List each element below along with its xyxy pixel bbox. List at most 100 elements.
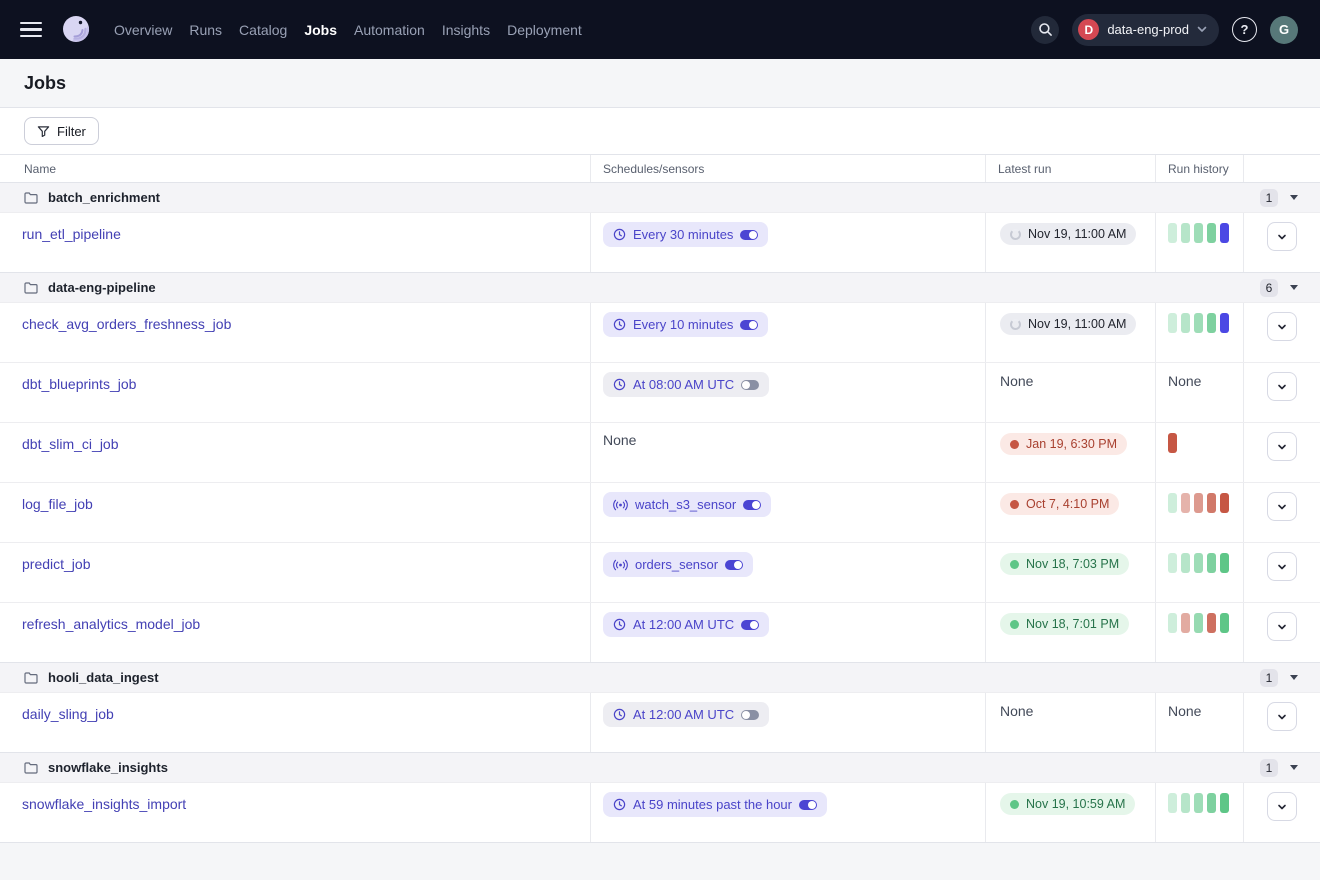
- schedule-toggle[interactable]: [741, 620, 759, 630]
- job-name-link[interactable]: snowflake_insights_import: [22, 796, 186, 812]
- run-history-bar[interactable]: [1220, 553, 1229, 573]
- schedule-name-link[interactable]: Every 30 minutes: [633, 227, 733, 242]
- run-history-bar[interactable]: [1220, 223, 1229, 243]
- latest-run-link[interactable]: Nov 18, 7:03 PM: [1026, 557, 1119, 571]
- group-collapse-caret-icon[interactable]: [1290, 285, 1298, 290]
- job-name-link[interactable]: refresh_analytics_model_job: [22, 616, 200, 632]
- expand-row-button[interactable]: [1267, 222, 1297, 251]
- run-history-bar[interactable]: [1168, 613, 1177, 633]
- schedule-toggle[interactable]: [725, 560, 743, 570]
- expand-row-button[interactable]: [1267, 552, 1297, 581]
- group-row[interactable]: data-eng-pipeline6: [0, 272, 1320, 302]
- expand-row-button[interactable]: [1267, 432, 1297, 461]
- run-history-bar[interactable]: [1181, 553, 1190, 573]
- run-history-bar[interactable]: [1194, 793, 1203, 813]
- run-history-bar[interactable]: [1181, 313, 1190, 333]
- folder-icon: [24, 672, 38, 684]
- expand-row-button[interactable]: [1267, 492, 1297, 521]
- group-row[interactable]: hooli_data_ingest1: [0, 662, 1320, 692]
- chevron-down-icon: [1197, 26, 1207, 33]
- latest-run-none-label: None: [1000, 703, 1033, 719]
- run-history-bar[interactable]: [1194, 553, 1203, 573]
- job-name-link[interactable]: dbt_slim_ci_job: [22, 436, 119, 452]
- schedule-name-link[interactable]: At 08:00 AM UTC: [633, 377, 734, 392]
- schedule-toggle[interactable]: [740, 230, 758, 240]
- nav-item-overview[interactable]: Overview: [114, 18, 172, 42]
- latest-run-link[interactable]: Nov 19, 10:59 AM: [1026, 797, 1125, 811]
- latest-run-link[interactable]: Nov 19, 11:00 AM: [1028, 317, 1126, 331]
- run-history-bar[interactable]: [1220, 793, 1229, 813]
- run-history-bar[interactable]: [1168, 313, 1177, 333]
- run-history-bar[interactable]: [1168, 223, 1177, 243]
- filter-button[interactable]: Filter: [24, 117, 99, 145]
- schedules-cell: At 59 minutes past the hour: [590, 783, 985, 842]
- run-history-bar[interactable]: [1207, 793, 1216, 813]
- schedule-toggle[interactable]: [743, 500, 761, 510]
- group-collapse-caret-icon[interactable]: [1290, 765, 1298, 770]
- run-history-bar[interactable]: [1207, 223, 1216, 243]
- run-history-bar[interactable]: [1194, 493, 1203, 513]
- nav-item-jobs[interactable]: Jobs: [304, 18, 337, 42]
- run-history-bar[interactable]: [1220, 493, 1229, 513]
- latest-run-link[interactable]: Oct 7, 4:10 PM: [1026, 497, 1109, 511]
- run-history-bar[interactable]: [1207, 613, 1216, 633]
- group-row[interactable]: batch_enrichment1: [0, 182, 1320, 212]
- search-button[interactable]: [1031, 16, 1059, 44]
- run-history-bar[interactable]: [1181, 493, 1190, 513]
- toggle-knob: [749, 321, 757, 329]
- run-history-bar[interactable]: [1168, 493, 1177, 513]
- job-name-link[interactable]: daily_sling_job: [22, 706, 114, 722]
- schedule-toggle[interactable]: [741, 710, 759, 720]
- run-history-bar[interactable]: [1168, 433, 1177, 453]
- job-name-link[interactable]: predict_job: [22, 556, 91, 572]
- group-row[interactable]: snowflake_insights1: [0, 752, 1320, 782]
- run-history-bar[interactable]: [1207, 313, 1216, 333]
- schedule-name-link[interactable]: At 59 minutes past the hour: [633, 797, 792, 812]
- run-history-bar[interactable]: [1207, 493, 1216, 513]
- nav-item-runs[interactable]: Runs: [189, 18, 222, 42]
- schedule-name-link[interactable]: Every 10 minutes: [633, 317, 733, 332]
- run-history-bar[interactable]: [1168, 793, 1177, 813]
- run-history-bar[interactable]: [1194, 313, 1203, 333]
- job-name-link[interactable]: dbt_blueprints_job: [22, 376, 136, 392]
- user-avatar[interactable]: G: [1270, 16, 1298, 44]
- job-name-link[interactable]: log_file_job: [22, 496, 93, 512]
- job-name-link[interactable]: check_avg_orders_freshness_job: [22, 316, 231, 332]
- run-history-bar[interactable]: [1168, 553, 1177, 573]
- schedule-toggle[interactable]: [799, 800, 817, 810]
- deployment-switcher[interactable]: D data-eng-prod: [1072, 14, 1219, 46]
- expand-row-button[interactable]: [1267, 612, 1297, 641]
- run-history-bar[interactable]: [1181, 793, 1190, 813]
- run-history-bar[interactable]: [1207, 553, 1216, 573]
- run-history-bar[interactable]: [1194, 613, 1203, 633]
- sensor-name-link[interactable]: watch_s3_sensor: [635, 497, 736, 512]
- run-history-bar[interactable]: [1220, 613, 1229, 633]
- expand-row-button[interactable]: [1267, 312, 1297, 341]
- run-history-bar[interactable]: [1181, 613, 1190, 633]
- job-name-link[interactable]: run_etl_pipeline: [22, 226, 121, 242]
- schedule-toggle[interactable]: [740, 320, 758, 330]
- dagster-logo-icon[interactable]: [58, 12, 94, 48]
- latest-run-pill: Nov 18, 7:03 PM: [1000, 553, 1129, 575]
- schedule-toggle[interactable]: [741, 380, 759, 390]
- nav-item-insights[interactable]: Insights: [442, 18, 490, 42]
- help-icon[interactable]: ?: [1232, 17, 1257, 42]
- group-collapse-caret-icon[interactable]: [1290, 675, 1298, 680]
- latest-run-link[interactable]: Nov 19, 11:00 AM: [1028, 227, 1126, 241]
- latest-run-link[interactable]: Jan 19, 6:30 PM: [1026, 437, 1117, 451]
- nav-item-catalog[interactable]: Catalog: [239, 18, 287, 42]
- run-history-bar[interactable]: [1194, 223, 1203, 243]
- run-history-bar[interactable]: [1220, 313, 1229, 333]
- latest-run-link[interactable]: Nov 18, 7:01 PM: [1026, 617, 1119, 631]
- schedule-name-link[interactable]: At 12:00 AM UTC: [633, 617, 734, 632]
- group-collapse-caret-icon[interactable]: [1290, 195, 1298, 200]
- sensor-name-link[interactable]: orders_sensor: [635, 557, 718, 572]
- run-history-bar[interactable]: [1181, 223, 1190, 243]
- expand-row-button[interactable]: [1267, 702, 1297, 731]
- nav-item-deployment[interactable]: Deployment: [507, 18, 582, 42]
- nav-item-automation[interactable]: Automation: [354, 18, 425, 42]
- expand-row-button[interactable]: [1267, 372, 1297, 401]
- hamburger-menu-icon[interactable]: [20, 22, 42, 38]
- expand-row-button[interactable]: [1267, 792, 1297, 821]
- schedule-name-link[interactable]: At 12:00 AM UTC: [633, 707, 734, 722]
